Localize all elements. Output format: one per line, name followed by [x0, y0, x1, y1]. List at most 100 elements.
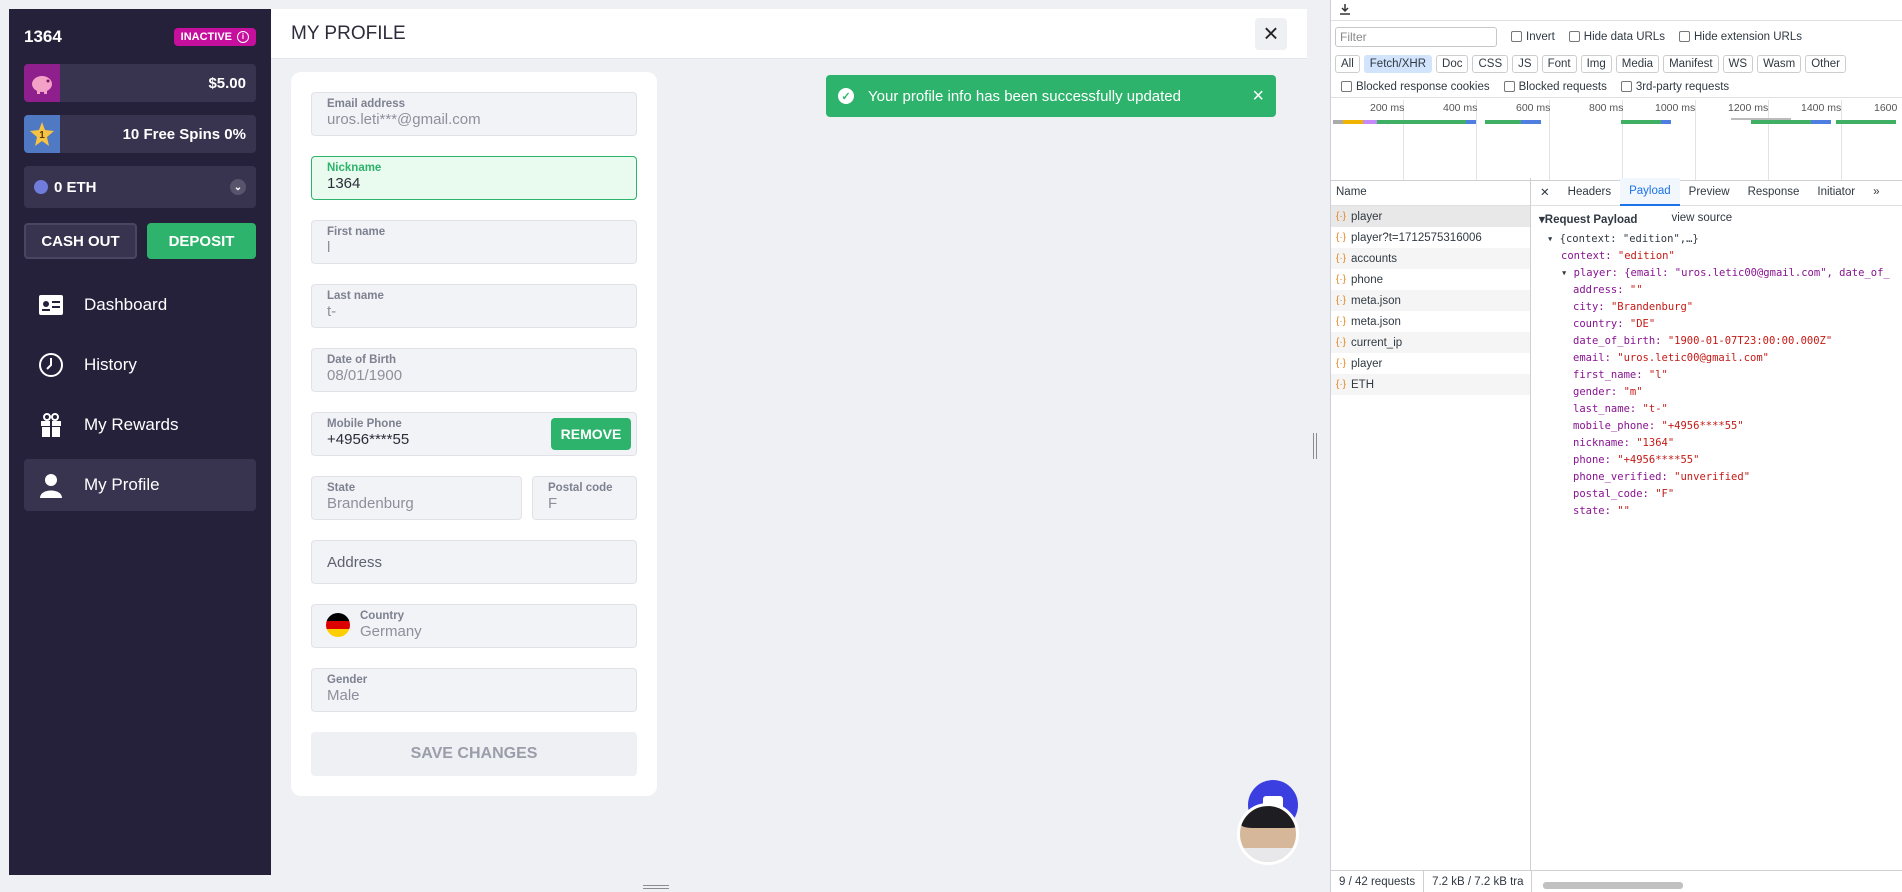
- gender-field[interactable]: Gender Male: [311, 668, 637, 712]
- third-party-checkbox[interactable]: 3rd-party requests: [1620, 81, 1729, 93]
- close-button[interactable]: ×: [1255, 17, 1287, 50]
- nav-item-dashboard[interactable]: Dashboard: [24, 279, 256, 331]
- free-spins-value: 10 Free Spins 0%: [122, 125, 246, 143]
- filter-input[interactable]: Filter: [1335, 26, 1497, 47]
- request-row[interactable]: {·} accounts: [1331, 248, 1530, 269]
- state-field[interactable]: State Brandenburg: [311, 476, 522, 520]
- save-changes-button[interactable]: SAVE CHANGES: [311, 732, 637, 776]
- blocked-cookies-checkbox[interactable]: Blocked response cookies: [1341, 81, 1490, 93]
- type-filter-media[interactable]: Media: [1615, 55, 1660, 73]
- user-id: 1364: [24, 26, 62, 46]
- type-filter-ws[interactable]: WS: [1722, 55, 1754, 73]
- type-filter-other[interactable]: Other: [1805, 55, 1846, 73]
- panel-splitter-icon[interactable]: [1313, 433, 1317, 459]
- payload-field: phone_verified: "unverified": [1573, 470, 1751, 483]
- request-row[interactable]: {·} phone: [1331, 269, 1530, 290]
- download-icon[interactable]: [1339, 3, 1351, 18]
- remove-phone-button[interactable]: REMOVE: [551, 418, 631, 450]
- horizontal-scrollbar[interactable]: [1543, 882, 1683, 889]
- cash-out-button[interactable]: CASH OUT: [24, 223, 137, 259]
- piggy-bank-icon: [24, 64, 60, 102]
- request-name: ETH: [1351, 378, 1375, 391]
- detail-tabs: ✕ Headers Payload Preview Response Initi…: [1531, 177, 1902, 206]
- level-star-icon: 1: [24, 115, 60, 153]
- request-name: current_ip: [1351, 336, 1403, 349]
- resize-grip-icon[interactable]: [643, 885, 669, 889]
- email-field[interactable]: Email address uros.leti***@gmail.com: [311, 92, 637, 136]
- type-filter-fetch-xhr[interactable]: Fetch/XHR: [1363, 55, 1433, 73]
- balance-row[interactable]: $5.00: [24, 64, 256, 102]
- network-timeline[interactable]: 200 ms 400 ms 600 ms 800 ms 1000 ms 1200…: [1331, 98, 1902, 181]
- hide-extension-urls-label: Hide extension URLs: [1693, 30, 1802, 43]
- postal-code-field[interactable]: Postal code F: [532, 476, 637, 520]
- blocked-requests-label: Blocked requests: [1518, 80, 1607, 93]
- last-name-field[interactable]: Last name t-: [311, 284, 637, 328]
- balance-value: $5.00: [208, 74, 246, 92]
- request-row[interactable]: {·} meta.json: [1331, 311, 1530, 332]
- hide-data-urls-label: Hide data URLs: [1583, 30, 1665, 43]
- close-detail-icon[interactable]: ✕: [1531, 178, 1559, 206]
- toast-close-icon[interactable]: ×: [1252, 85, 1264, 108]
- type-filter-wasm[interactable]: Wasm: [1757, 55, 1802, 73]
- info-icon: i: [237, 30, 249, 43]
- request-row[interactable]: {·} player: [1331, 353, 1530, 374]
- timeline-tick: 600 ms: [1516, 102, 1551, 114]
- type-filter-font[interactable]: Font: [1541, 55, 1577, 73]
- type-filter-all[interactable]: All: [1335, 55, 1360, 73]
- payload-field: country: "DE": [1573, 317, 1656, 330]
- first-name-field[interactable]: First name l: [311, 220, 637, 264]
- type-filter-css[interactable]: CSS: [1472, 55, 1509, 73]
- request-row[interactable]: {·} player: [1331, 206, 1530, 227]
- nav-item-my-profile[interactable]: My Profile: [24, 459, 256, 511]
- request-row[interactable]: {·} meta.json: [1331, 290, 1530, 311]
- type-filter-img[interactable]: Img: [1580, 55, 1612, 73]
- tab-headers[interactable]: Headers: [1559, 178, 1620, 206]
- country-field[interactable]: Country Germany: [311, 604, 637, 648]
- type-filter-js[interactable]: JS: [1512, 55, 1538, 73]
- type-filter-doc[interactable]: Doc: [1436, 55, 1469, 73]
- request-row[interactable]: {·} ETH: [1331, 374, 1530, 395]
- tab-initiator[interactable]: Initiator: [1808, 178, 1864, 206]
- nav-label-dashboard: Dashboard: [84, 295, 168, 314]
- hide-data-urls-checkbox[interactable]: Hide data URLs: [1568, 30, 1665, 43]
- dashboard-icon: [38, 292, 64, 318]
- state-postal-row: State Brandenburg Postal code F: [311, 476, 637, 540]
- payload-section-title[interactable]: ▾Request Payload: [1539, 212, 1637, 226]
- currency-selector[interactable]: 0 ETH ⌄: [24, 166, 256, 208]
- hide-extension-urls-checkbox[interactable]: Hide extension URLs: [1678, 30, 1802, 43]
- xhr-icon: {·}: [1336, 316, 1347, 327]
- devtools-network-panel: Filter Invert Hide data URLs Hide extens…: [1330, 0, 1902, 892]
- tab-payload[interactable]: Payload: [1620, 177, 1680, 206]
- request-detail-pane: ✕ Headers Payload Preview Response Initi…: [1531, 177, 1902, 892]
- type-filter-manifest[interactable]: Manifest: [1663, 55, 1719, 73]
- request-row[interactable]: {·} player?t=1712575316006: [1331, 227, 1530, 248]
- nickname-label: Nickname: [327, 162, 382, 174]
- check-icon: ✓: [838, 88, 854, 104]
- timeline-tick: 1600: [1874, 102, 1898, 114]
- postal-code-label: Postal code: [548, 482, 613, 494]
- free-spins-row[interactable]: 1 10 Free Spins 0%: [24, 115, 256, 153]
- invert-checkbox[interactable]: Invert: [1511, 31, 1555, 43]
- gender-label: Gender: [327, 674, 368, 686]
- date-of-birth-field[interactable]: Date of Birth 08/01/1900: [311, 348, 637, 392]
- deposit-button[interactable]: DEPOSIT: [147, 223, 256, 259]
- nav-item-history[interactable]: History: [24, 339, 256, 391]
- payload-field: date_of_birth: "1900-01-07T23:00:00.000Z…: [1573, 334, 1833, 347]
- timeline-tick: 1400 ms: [1801, 102, 1842, 114]
- nickname-field[interactable]: Nickname 1364: [311, 156, 637, 200]
- more-tabs-icon[interactable]: »: [1864, 178, 1888, 206]
- blocked-requests-checkbox[interactable]: Blocked requests: [1503, 80, 1607, 93]
- support-agent-avatar[interactable]: [1237, 803, 1299, 865]
- payload-root[interactable]: ▾ {context: "edition",…}: [1539, 230, 1895, 247]
- name-column-header[interactable]: Name: [1331, 178, 1530, 206]
- address-field[interactable]: Address: [311, 540, 637, 584]
- status-badge[interactable]: INACTIVE i: [173, 27, 256, 46]
- nav-item-my-rewards[interactable]: My Rewards: [24, 399, 256, 451]
- tab-preview[interactable]: Preview: [1680, 178, 1739, 206]
- request-row[interactable]: {·} current_ip: [1331, 332, 1530, 353]
- tab-response[interactable]: Response: [1739, 178, 1809, 206]
- xhr-icon: {·}: [1336, 211, 1347, 222]
- mobile-phone-field[interactable]: Mobile Phone +4956****55 REMOVE: [311, 412, 637, 456]
- view-source-link[interactable]: view source: [1671, 212, 1732, 226]
- payload-player-line[interactable]: ▾ player: {email: "uros.letic00@gmail.co…: [1539, 264, 1895, 281]
